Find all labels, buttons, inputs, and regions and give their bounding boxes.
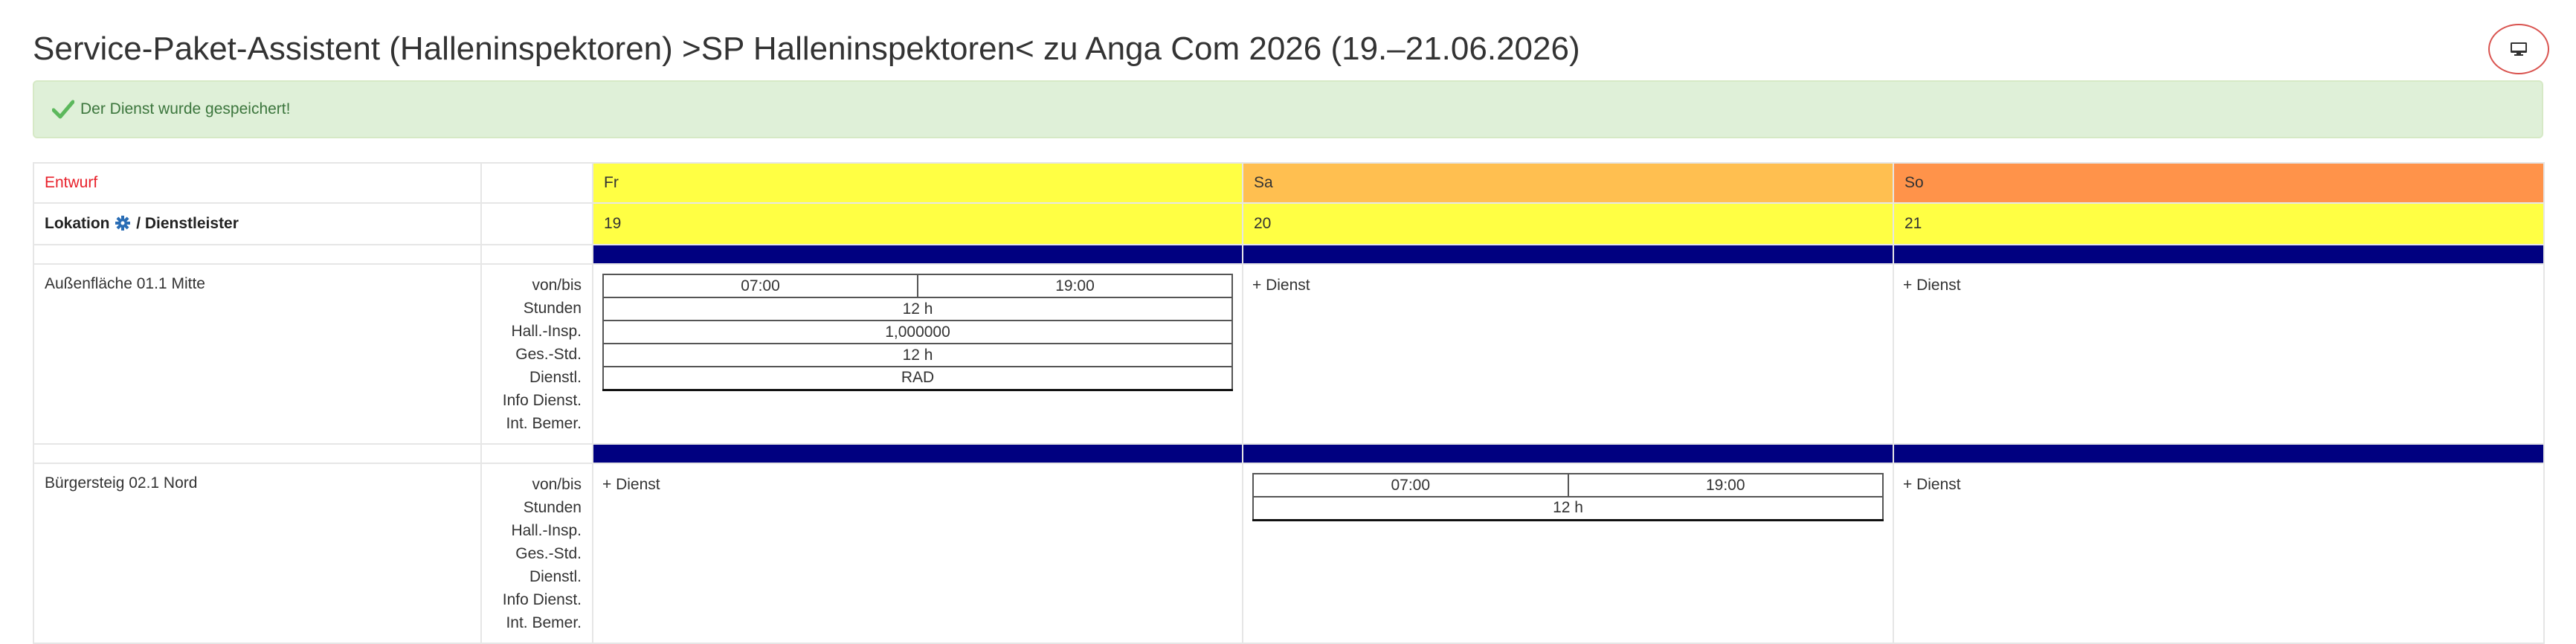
separator-bar — [1893, 443, 2545, 464]
screen-toggle-button[interactable] — [2488, 24, 2549, 74]
separator-cell — [33, 443, 482, 464]
service-hall-insp[interactable]: 1,000000 — [602, 320, 1233, 344]
separator-bar — [1242, 244, 1894, 265]
header-spacer — [480, 202, 593, 245]
separator-row — [33, 443, 2545, 464]
day-header-fr: Fr — [592, 162, 1243, 204]
add-service-button[interactable]: + Dienst — [1903, 274, 2534, 297]
separator-bar — [592, 244, 1243, 265]
status-label: Entwurf — [33, 162, 482, 204]
service-from[interactable]: 07:00 — [1252, 473, 1569, 498]
separator-bar — [1242, 443, 1894, 464]
gear-icon[interactable] — [115, 216, 131, 231]
field-labels: von/bis Stunden Hall.-Insp. Ges.-Std. Di… — [480, 463, 593, 644]
date-header-row: Lokation / Dienstleister 19 20 21 — [33, 202, 2545, 245]
field-label: Ges.-Std. — [515, 346, 582, 363]
day-date-sa: 20 — [1242, 202, 1894, 245]
service-provider[interactable]: RAD — [602, 366, 1233, 391]
separator-row — [33, 244, 2545, 265]
field-label: Int. Bemer. — [506, 415, 582, 432]
day-header-so: So — [1893, 162, 2545, 204]
service-hours[interactable]: 12 h — [602, 297, 1233, 321]
success-alert: Der Dienst wurde gespeichert! — [33, 80, 2543, 138]
monitor-icon — [2511, 42, 2527, 56]
field-labels: von/bis Stunden Hall.-Insp. Ges.-Std. Di… — [480, 263, 593, 445]
field-label: Stunden — [523, 499, 582, 516]
service-to[interactable]: 19:00 — [917, 274, 1233, 298]
checkmark-icon — [52, 100, 74, 119]
alert-message: Der Dienst wurde gespeichert! — [80, 100, 291, 117]
service-from[interactable]: 07:00 — [602, 274, 918, 298]
add-service-button[interactable]: + Dienst — [1903, 473, 2534, 496]
location-name: Außenfläche 01.1 Mitte — [33, 263, 482, 445]
day-header-sa: Sa — [1242, 162, 1894, 204]
service-slot-so: + Dienst — [1893, 263, 2545, 445]
day-date-fr: 19 — [592, 202, 1243, 245]
location-column-header: Lokation / Dienstleister — [33, 202, 482, 245]
service-total-hours[interactable]: 12 h — [602, 343, 1233, 367]
separator-bar — [1893, 244, 2545, 265]
provider-header-label: / Dienstleister — [136, 215, 239, 232]
service-entry[interactable]: 07:00 19:00 12 h — [1252, 473, 1884, 521]
service-to[interactable]: 19:00 — [1567, 473, 1884, 498]
service-slot-sa: + Dienst — [1242, 263, 1894, 445]
field-label: von/bis — [532, 277, 582, 294]
location-header-label: Lokation — [45, 215, 110, 232]
location-name: Bürgersteig 02.1 Nord — [33, 463, 482, 644]
service-slot-so: + Dienst — [1893, 463, 2545, 644]
field-label: Info Dienst. — [502, 392, 582, 409]
separator-cell — [480, 244, 593, 265]
header-spacer — [480, 162, 593, 204]
add-service-button[interactable]: + Dienst — [1252, 274, 1884, 297]
location-row: Bürgersteig 02.1 Nord von/bis Stunden Ha… — [33, 463, 2545, 644]
field-label: von/bis — [532, 476, 582, 493]
add-service-button[interactable]: + Dienst — [602, 473, 1233, 496]
separator-cell — [480, 443, 593, 464]
field-label: Hall.-Insp. — [511, 522, 582, 539]
service-slot-sa: 07:00 19:00 12 h — [1242, 463, 1894, 644]
service-slot-fr: + Dienst — [592, 463, 1243, 644]
field-label: Int. Bemer. — [506, 614, 582, 631]
separator-bar — [592, 443, 1243, 464]
location-row: Außenfläche 01.1 Mitte von/bis Stunden H… — [33, 263, 2545, 445]
field-label: Hall.-Insp. — [511, 323, 582, 340]
separator-cell — [33, 244, 482, 265]
service-entry[interactable]: 07:00 19:00 12 h 1,000000 12 h RAD — [602, 274, 1233, 391]
service-hours[interactable]: 12 h — [1252, 496, 1884, 521]
service-schedule-table: Entwurf Fr Sa So Lokation / Dienstleiste… — [33, 162, 2545, 644]
day-header-row: Entwurf Fr Sa So — [33, 162, 2545, 204]
day-date-so: 21 — [1893, 202, 2545, 245]
field-label: Ges.-Std. — [515, 545, 582, 562]
service-slot-fr: 07:00 19:00 12 h 1,000000 12 h RAD — [592, 263, 1243, 445]
page-title: Service-Paket-Assistent (Halleninspektor… — [33, 30, 1580, 67]
field-label: Dienstl. — [529, 369, 582, 386]
field-label: Stunden — [523, 300, 582, 317]
field-label: Info Dienst. — [502, 591, 582, 608]
field-label: Dienstl. — [529, 568, 582, 585]
